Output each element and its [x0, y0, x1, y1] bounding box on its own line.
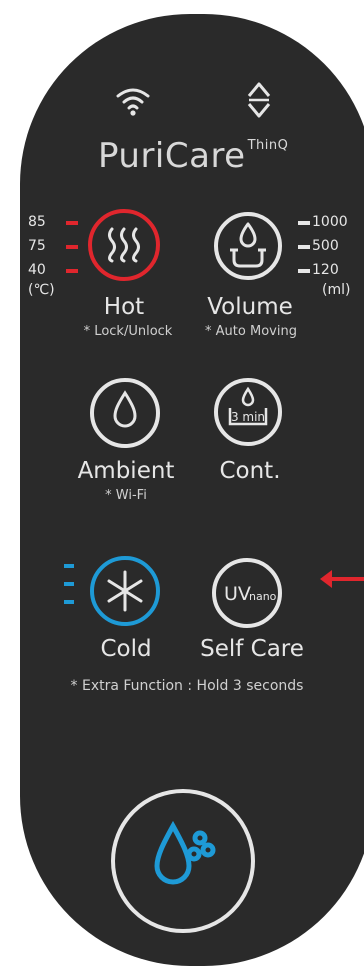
ambient-label: Ambient: [77, 458, 175, 484]
nano-text: nano: [249, 590, 277, 603]
control-panel: PuriCareThinQ 85 75 40 (℃) 1000 500 120: [20, 14, 364, 966]
volume-500-label: 500: [298, 234, 350, 258]
red-arrow-icon: [320, 570, 364, 588]
temp-85-indicator: [66, 221, 78, 225]
cold-indicator-2: [64, 582, 74, 586]
volume-note: * Auto Moving: [205, 324, 297, 339]
brand-name: PuriCare: [98, 136, 246, 176]
self-care-label: Self Care: [200, 636, 304, 662]
cold-level-indicators: [64, 564, 74, 604]
ambient-button[interactable]: [88, 376, 162, 450]
uv-text: UV: [224, 583, 251, 605]
temp-40-label: 40: [28, 258, 78, 282]
volume-1000-label: 1000: [298, 210, 350, 234]
volume-1000-indicator: [298, 221, 310, 225]
continuous-button[interactable]: 3 min: [212, 376, 284, 448]
cont-label: Cont.: [219, 458, 281, 484]
brand-logo: PuriCare ThinQ: [98, 136, 288, 176]
volume-button[interactable]: [212, 210, 284, 282]
volume-scale: 1000 500 120 (ml): [298, 210, 350, 302]
temp-75-label: 75: [28, 234, 78, 258]
ambient-note: * Wi-Fi: [105, 488, 147, 503]
cold-indicator-3: [64, 600, 74, 604]
volume-120-label: 120: [298, 258, 350, 282]
cold-label: Cold: [100, 636, 152, 662]
dispense-button[interactable]: [108, 786, 258, 936]
up-down-arrows-icon: [247, 82, 271, 118]
temp-85-label: 85: [28, 210, 78, 234]
extra-function-note: * Extra Function : Hold 3 seconds: [70, 678, 304, 694]
cold-button[interactable]: [88, 554, 162, 628]
hot-note: * Lock/Unlock: [83, 324, 173, 339]
cold-indicator-1: [64, 564, 74, 568]
wifi-icon: [116, 88, 150, 116]
temperature-scale: 85 75 40 (℃): [28, 210, 78, 302]
temp-75-indicator: [66, 245, 78, 249]
volume-label: Volume: [207, 294, 293, 320]
self-care-button[interactable]: UV nano: [210, 556, 284, 630]
volume-500-indicator: [298, 245, 310, 249]
hot-button[interactable]: [86, 207, 162, 283]
volume-120-indicator: [298, 269, 310, 273]
temp-40-indicator: [66, 269, 78, 273]
hot-label: Hot: [103, 294, 145, 320]
three-min-text: 3 min: [231, 410, 265, 424]
brand-suffix: ThinQ: [247, 138, 289, 153]
